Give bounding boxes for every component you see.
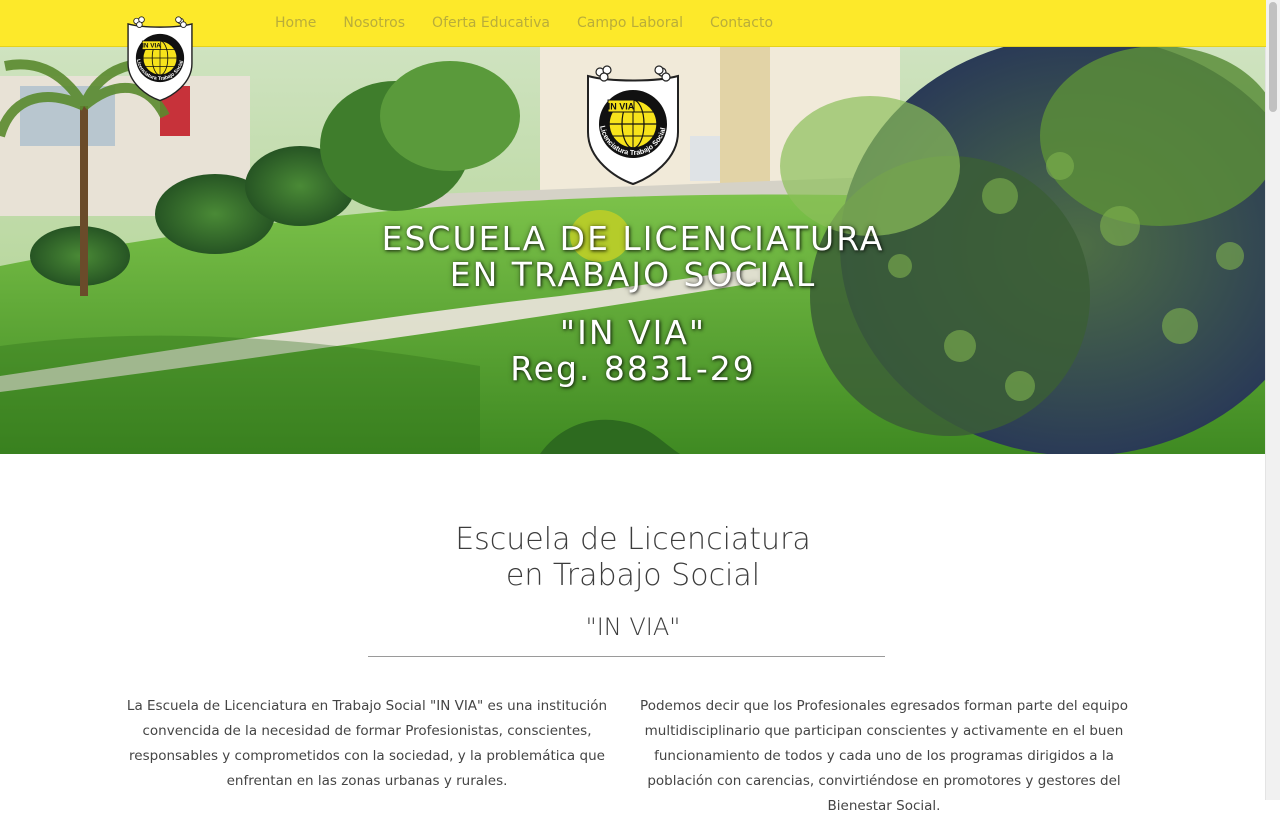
scrollbar-thumb[interactable] [1269,2,1277,112]
section-title-line-2: en Trabajo Social [505,558,761,593]
page-scrollbar[interactable] [1265,0,1280,800]
hero-banner: IN VIA Licenciatura Trabajo Social ESCUE… [0,46,1266,454]
section-title-line-1: Escuela de Licenciatura [455,522,811,557]
intro-paragraph-left: La Escuela de Licenciatura en Trabajo So… [126,698,608,789]
hero-title-line-3: "IN VIA" [559,313,707,352]
nav-item-campo-laboral[interactable]: Campo Laboral [577,15,683,31]
nav-item-home[interactable]: Home [275,15,316,31]
nav-menu: Home Nosotros Oferta Educativa Campo Lab… [275,0,800,46]
nav-item-oferta-educativa[interactable]: Oferta Educativa [432,15,550,31]
nav-item-nosotros[interactable]: Nosotros [343,15,405,31]
svg-text:IN VIA: IN VIA [608,102,635,112]
section-subtitle: "IN VIA" [585,613,681,641]
hero-logo: IN VIA Licenciatura Trabajo Social [587,65,679,186]
hero-registration: Reg. 8831-29 [510,349,756,388]
intro-paragraph-right: Podemos decir que los Profesionales egre… [640,698,1128,814]
hero-title-line-2: EN TRABAJO SOCIAL [449,255,817,294]
nav-item-contacto[interactable]: Contacto [710,15,773,31]
hero-title-line-1: ESCUELA DE LICENCIATURA [381,219,885,258]
svg-text:IN VIA: IN VIA [142,43,161,50]
section-divider [368,656,885,657]
site-logo[interactable]: IN VIA Licenciatura Trabajo Social [122,14,198,102]
